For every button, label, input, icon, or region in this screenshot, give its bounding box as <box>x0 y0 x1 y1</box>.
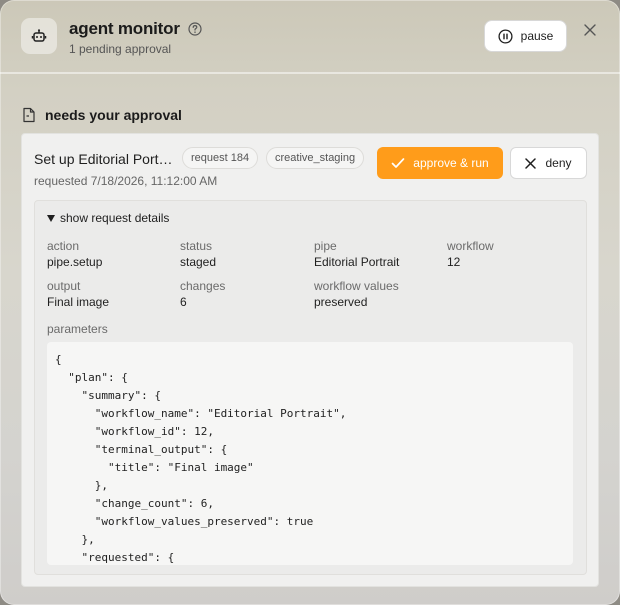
request-details-panel: show request details action pipe.setup s… <box>34 200 587 575</box>
close-button[interactable] <box>580 20 600 40</box>
pause-circle-icon <box>498 28 513 44</box>
agent-monitor-window: agent monitor 1 pending approval pause n… <box>0 0 620 605</box>
meta-output: output Final image <box>47 279 110 309</box>
environment-chip: creative_staging <box>266 147 365 169</box>
agent-avatar <box>21 18 57 54</box>
check-icon <box>391 158 405 168</box>
pause-button-label: pause <box>520 29 554 43</box>
meta-pipe: pipe Editorial Portrait <box>314 239 400 269</box>
document-icon <box>23 107 35 123</box>
request-details-toggle[interactable]: show request details <box>47 211 169 225</box>
approve-button-label: approve & run <box>413 156 489 170</box>
pause-button[interactable]: pause <box>484 20 567 52</box>
pending-approval-count: 1 pending approval <box>69 42 172 56</box>
details-toggle-label: show request details <box>60 211 170 225</box>
approve-and-run-button[interactable]: approve & run <box>377 147 503 179</box>
deny-button-label: deny <box>545 156 572 170</box>
header: agent monitor 1 pending approval pause <box>0 0 620 74</box>
triangle-down-icon <box>47 214 55 222</box>
parameters-code-block[interactable]: { "plan": { "summary": { "workflow_name"… <box>47 342 573 565</box>
deny-button[interactable]: deny <box>510 147 587 179</box>
request-id-chip: request 184 <box>182 147 259 169</box>
section-title: needs your approval <box>45 107 182 123</box>
approval-request-card: Set up Editorial Portrait request 184 cr… <box>21 133 599 587</box>
request-timestamp: requested 7/18/2026, 11:12:00 AM <box>34 174 218 188</box>
robot-icon <box>31 29 47 42</box>
close-icon <box>584 24 596 36</box>
meta-workflow: workflow 12 <box>447 239 494 269</box>
page-title: agent monitor <box>69 19 180 38</box>
meta-workflow-values: workflow values preserved <box>314 279 399 309</box>
parameters-label: parameters <box>47 322 108 336</box>
request-title: Set up Editorial Portrait <box>34 151 176 167</box>
meta-status: status staged <box>180 239 217 269</box>
parameters-json: { "plan": { "summary": { "workflow_name"… <box>55 353 347 564</box>
x-icon <box>525 157 537 169</box>
header-divider <box>0 72 620 74</box>
title-row: agent monitor <box>69 19 202 39</box>
meta-action: action pipe.setup <box>47 239 103 269</box>
meta-changes: changes 6 <box>180 279 226 309</box>
approval-section-header: needs your approval <box>22 107 182 123</box>
help-icon[interactable] <box>188 22 202 36</box>
